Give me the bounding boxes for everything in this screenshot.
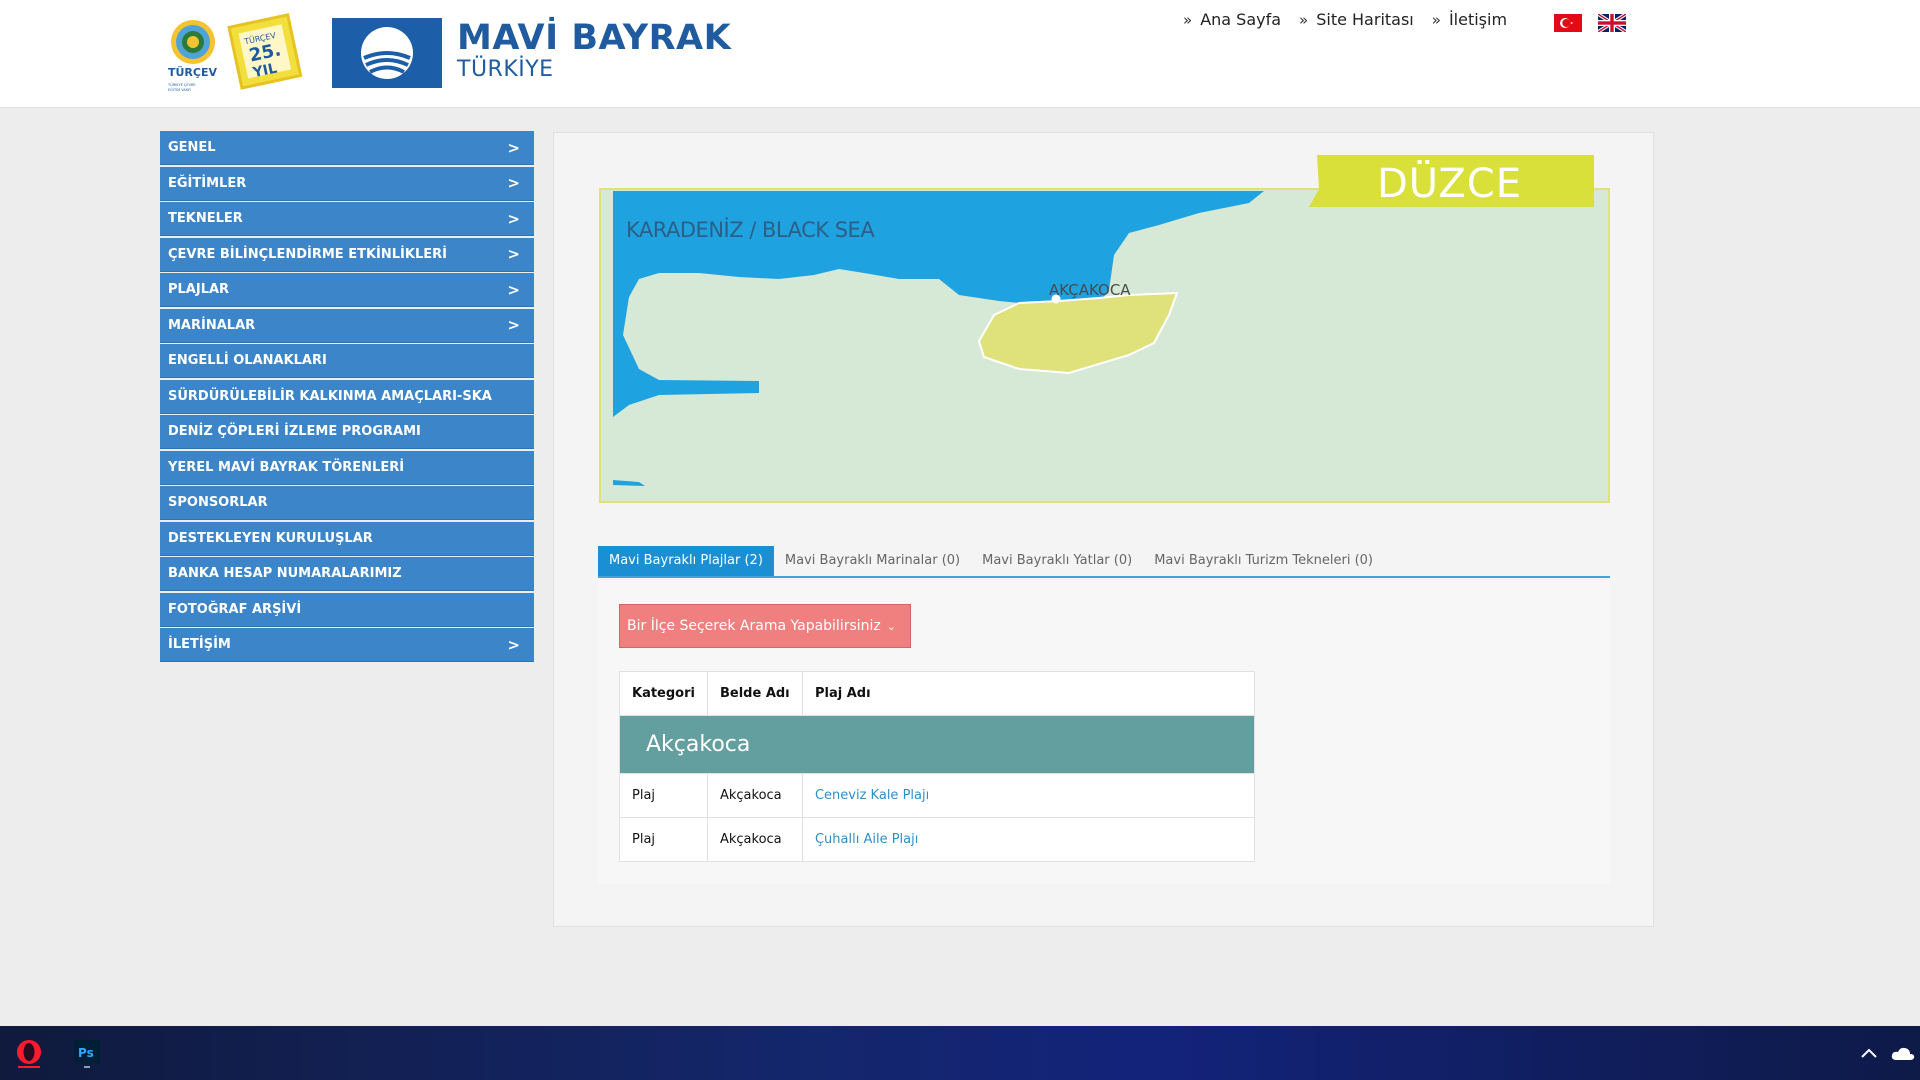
photoshop-icon[interactable]: Ps: [70, 1036, 104, 1070]
turkey-flag-icon[interactable]: [1554, 14, 1582, 32]
top-navigation: » Ana Sayfa » Site Haritası » İletişim: [1183, 10, 1507, 29]
chevron-down-icon: ⌄: [886, 619, 896, 633]
sidebar-item-label: ÇEVRE BİLİNÇLENDİRME ETKİNLİKLERİ: [168, 246, 447, 262]
cell-beach: Ceneviz Kale Plajı: [801, 773, 1256, 818]
cell-category: Plaj: [619, 817, 708, 862]
tab-content: Bir İlçe Seçerek Arama Yapabilirsiniz ⌄ …: [598, 580, 1610, 884]
district-select[interactable]: Bir İlçe Seçerek Arama Yapabilirsiniz ⌄: [619, 604, 911, 648]
sidebar-item-8[interactable]: DENİZ ÇÖPLERİ İZLEME PROGRAMI: [160, 415, 534, 449]
district-select-label: Bir İlçe Seçerek Arama Yapabilirsiniz: [627, 618, 881, 634]
double-chevron-right-icon: »: [1431, 10, 1441, 29]
sidebar-item-label: SÜRDÜRÜLEBİLİR KALKINMA AMAÇLARI-SKA: [168, 388, 492, 404]
town-name-label: AKÇAKOCA: [1049, 281, 1131, 299]
sidebar-item-label: DENİZ ÇÖPLERİ İZLEME PROGRAMI: [168, 424, 421, 439]
tab-3[interactable]: Mavi Bayraklı Turizm Tekneleri (0): [1143, 546, 1384, 576]
sidebar-item-label: BANKA HESAP NUMARALARIMIZ: [168, 566, 402, 581]
main-panel: DÜZCE KARADENİZ / BLACK SEA AKÇAKOCA Mav…: [553, 132, 1654, 927]
beach-table: Kategori Belde Adı Plaj Adı Akçakoca Pla…: [619, 671, 1256, 862]
column-header-category: Kategori: [619, 671, 708, 716]
sidebar-item-1[interactable]: EĞİTİMLER >: [160, 166, 534, 201]
listing-tabs: Mavi Bayraklı Plajlar (2) Mavi Bayraklı M…: [598, 546, 1610, 578]
cell-category: Plaj: [619, 773, 708, 818]
sidebar-item-12[interactable]: BANKA HESAP NUMARALARIMIZ: [160, 557, 534, 591]
uk-flag-icon[interactable]: [1598, 14, 1626, 32]
province-name-label: DÜZCE: [1377, 159, 1522, 207]
nav-home-link[interactable]: » Ana Sayfa: [1183, 10, 1281, 29]
nav-sitemap-link[interactable]: » Site Haritası: [1299, 10, 1414, 29]
chevron-right-icon: >: [507, 280, 520, 299]
sidebar-item-label: YEREL MAVİ BAYRAK TÖRENLERİ: [168, 459, 405, 475]
group-district-name: Akçakoca: [619, 715, 1255, 774]
nav-home-label: Ana Sayfa: [1200, 10, 1282, 29]
sidebar-item-label: PLAJLAR: [168, 282, 230, 297]
sea-name-label: KARADENİZ / BLACK SEA: [626, 217, 875, 242]
svg-text:Ps: Ps: [78, 1046, 94, 1060]
sidebar-item-6[interactable]: ENGELLİ OLANAKLARI: [160, 344, 534, 378]
tab-0[interactable]: Mavi Bayraklı Plajlar (2): [598, 546, 774, 576]
chevron-up-icon[interactable]: [1852, 1036, 1886, 1070]
sidebar-menu: GENEL > EĞİTİMLER > TEKNELER > ÇEVRE BİLİNÇLEN…: [160, 131, 534, 664]
sidebar-item-3[interactable]: ÇEVRE BİLİNÇLENDİRME ETKİNLİKLERİ >: [160, 237, 534, 272]
table-row: Plaj Akçakoca Çuhallı Aile Plajı: [619, 817, 1256, 862]
sidebar-item-label: ENGELLİ OLANAKLARI: [168, 353, 327, 368]
nav-contact-link[interactable]: » İletişim: [1432, 10, 1507, 29]
sidebar-item-10[interactable]: SPONSORLAR: [160, 486, 534, 520]
chevron-right-icon: >: [507, 316, 520, 334]
column-header-beach: Plaj Adı: [801, 671, 1256, 716]
nav-sitemap-label: Site Haritası: [1316, 10, 1414, 29]
sidebar-item-7[interactable]: SÜRDÜRÜLEBİLİR KALKINMA AMAÇLARI-SKA: [160, 379, 534, 414]
table-group-row: Akçakoca: [619, 715, 1255, 774]
chevron-right-icon: >: [507, 209, 520, 228]
cell-town: Akçakoca: [706, 817, 803, 862]
double-chevron-right-icon: »: [1299, 10, 1309, 29]
chevron-right-icon: >: [507, 138, 520, 157]
tab-1[interactable]: Mavi Bayraklı Marinalar (0): [774, 546, 971, 576]
sidebar-item-4[interactable]: PLAJLAR >: [160, 273, 534, 307]
sidebar-item-14[interactable]: İLETİŞİM >: [160, 628, 534, 662]
sidebar-item-13[interactable]: FOTOĞRAF ARŞİVİ: [160, 592, 534, 627]
sidebar-item-0[interactable]: GENEL >: [160, 131, 534, 165]
sidebar-item-11[interactable]: DESTEKLEYEN KURULUŞLAR: [160, 521, 534, 556]
chevron-right-icon: >: [507, 174, 520, 192]
nav-contact-label: İletişim: [1448, 10, 1508, 29]
sidebar-item-label: TEKNELER: [168, 211, 243, 226]
tab-2[interactable]: Mavi Bayraklı Yatlar (0): [971, 546, 1143, 576]
brand-subtitle: TÜRKİYE: [457, 57, 554, 82]
sidebar-item-label: SPONSORLAR: [168, 495, 268, 510]
sidebar-item-label: İLETİŞİM: [168, 637, 231, 652]
cell-beach: Çuhallı Aile Plajı: [801, 817, 1256, 862]
double-chevron-right-icon: »: [1183, 10, 1193, 29]
province-map: DÜZCE KARADENİZ / BLACK SEA AKÇAKOCA: [599, 155, 1610, 503]
sidebar-item-label: DESTEKLEYEN KURULUŞLAR: [168, 530, 373, 546]
sidebar-item-5[interactable]: MARİNALAR >: [160, 308, 534, 343]
sidebar-item-label: FOTOĞRAF ARŞİVİ: [168, 601, 302, 617]
sidebar-item-2[interactable]: TEKNELER >: [160, 202, 534, 236]
sidebar-item-9[interactable]: YEREL MAVİ BAYRAK TÖRENLERİ: [160, 450, 534, 485]
sidebar-item-label: GENEL: [168, 140, 216, 155]
turcev-25-year-logo[interactable]: TÜRÇEV TÜRKİYE ÇEVRE EĞİTİM VAKFI TÜRÇEV…: [165, 12, 309, 94]
blue-flag-logo[interactable]: [332, 18, 442, 88]
svg-text:EĞİTİM VAKFI: EĞİTİM VAKFI: [168, 87, 191, 92]
site-header: TÜRÇEV TÜRKİYE ÇEVRE EĞİTİM VAKFI TÜRÇEV…: [0, 0, 1920, 108]
onedrive-cloud-icon[interactable]: [1886, 1036, 1920, 1070]
sidebar-item-label: EĞİTİMLER: [168, 175, 247, 191]
table-row: Plaj Akçakoca Ceneviz Kale Plajı: [619, 773, 1256, 818]
column-header-town: Belde Adı: [706, 671, 803, 716]
beach-link[interactable]: Çuhallı Aile Plajı: [815, 832, 918, 847]
table-header-row: Kategori Belde Adı Plaj Adı: [619, 671, 1256, 716]
beach-link[interactable]: Ceneviz Kale Plajı: [815, 788, 929, 803]
sidebar-item-label: MARİNALAR: [168, 317, 256, 333]
svg-text:TÜRKİYE ÇEVRE: TÜRKİYE ÇEVRE: [167, 82, 196, 87]
chevron-right-icon: >: [507, 635, 520, 654]
os-taskbar: Ps: [0, 1026, 1920, 1080]
cell-town: Akçakoca: [706, 773, 803, 818]
brand-title: MAVİ BAYRAK: [457, 18, 732, 58]
chevron-right-icon: >: [507, 245, 520, 263]
opera-icon[interactable]: [12, 1036, 46, 1070]
svg-text:TÜRÇEV: TÜRÇEV: [168, 65, 217, 79]
